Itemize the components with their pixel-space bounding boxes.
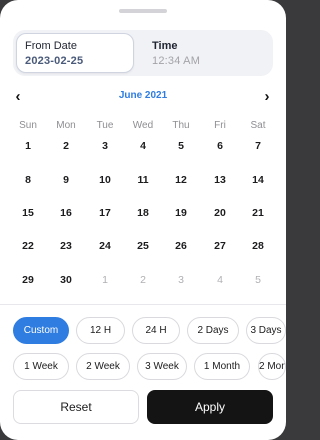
reset-button[interactable]: Reset: [13, 390, 139, 424]
day-cell[interactable]: 26: [165, 240, 197, 256]
preset-chip[interactable]: 1 Week: [13, 353, 69, 380]
drag-handle[interactable]: [119, 9, 167, 13]
time-tab-label[interactable]: Time: [152, 40, 177, 52]
day-cell[interactable]: 20: [204, 207, 236, 223]
day-cell[interactable]: 9: [50, 174, 82, 190]
preset-chip[interactable]: Custom: [13, 317, 69, 344]
preset-chip[interactable]: 24 H: [132, 317, 180, 344]
day-cell[interactable]: 13: [204, 174, 236, 190]
weekday-label: Tue: [96, 120, 114, 131]
preset-chip[interactable]: 2 Months: [258, 353, 286, 380]
day-cell[interactable]: 28: [242, 240, 274, 256]
day-cell[interactable]: 10: [89, 174, 121, 190]
date-time-segment: From Date 2023-02-25 Time 12:34 AM: [13, 30, 273, 76]
day-cell-next-month[interactable]: 5: [242, 274, 274, 290]
day-cell[interactable]: 12: [165, 174, 197, 190]
day-cell[interactable]: 21: [242, 207, 274, 223]
day-cell[interactable]: 2: [50, 140, 82, 156]
day-cell[interactable]: 19: [165, 207, 197, 223]
weekday-label: Sat: [250, 120, 266, 131]
day-cell-next-month[interactable]: 1: [89, 274, 121, 290]
month-navigation: ‹ June 2021 ›: [0, 88, 286, 106]
preset-chip[interactable]: 2 Days: [187, 317, 239, 344]
preset-chip[interactable]: 2 Week: [76, 353, 130, 380]
day-cell[interactable]: 8: [12, 174, 44, 190]
day-cell-next-month[interactable]: 2: [127, 274, 159, 290]
chevron-right-icon[interactable]: ›: [260, 88, 274, 106]
day-cell[interactable]: 4: [127, 140, 159, 156]
day-cell-next-month[interactable]: 3: [165, 274, 197, 290]
from-date-value: 2023-02-25: [25, 55, 84, 67]
day-cell[interactable]: 18: [127, 207, 159, 223]
day-cell[interactable]: 7: [242, 140, 274, 156]
day-cell[interactable]: 5: [165, 140, 197, 156]
day-cell[interactable]: 3: [89, 140, 121, 156]
weekday-label: Wed: [132, 120, 154, 131]
day-cell[interactable]: 27: [204, 240, 236, 256]
preset-chip[interactable]: 12 H: [76, 317, 125, 344]
divider: [0, 304, 286, 305]
time-value: 12:34 AM: [152, 55, 201, 67]
day-cell[interactable]: 25: [127, 240, 159, 256]
weekday-label: Mon: [56, 120, 76, 131]
day-cell[interactable]: 14: [242, 174, 274, 190]
day-cell[interactable]: 11: [127, 174, 159, 190]
preset-chip[interactable]: 3 Week: [137, 353, 187, 380]
from-date-label: From Date: [25, 40, 77, 52]
preset-chip[interactable]: 1 Month: [194, 353, 250, 380]
date-picker-sheet: From Date 2023-02-25 Time 12:34 AM ‹ Jun…: [0, 0, 286, 440]
weekday-label: Thu: [172, 120, 190, 131]
day-cell[interactable]: 15: [12, 207, 44, 223]
day-cell-next-month[interactable]: 4: [204, 274, 236, 290]
preset-chip[interactable]: 3 Days: [246, 317, 286, 344]
day-cell[interactable]: 1: [12, 140, 44, 156]
day-cell[interactable]: 29: [12, 274, 44, 290]
from-date-tab[interactable]: [16, 33, 134, 73]
day-cell[interactable]: 30: [50, 274, 82, 290]
apply-button[interactable]: Apply: [147, 390, 273, 424]
day-cell[interactable]: 23: [50, 240, 82, 256]
weekday-label: Fri: [214, 120, 226, 131]
day-cell[interactable]: 6: [204, 140, 236, 156]
month-title: June 2021: [118, 90, 168, 101]
day-cell[interactable]: 16: [50, 207, 82, 223]
weekday-label: Sun: [19, 120, 37, 131]
day-cell[interactable]: 22: [12, 240, 44, 256]
day-cell[interactable]: 24: [89, 240, 121, 256]
day-cell[interactable]: 17: [89, 207, 121, 223]
